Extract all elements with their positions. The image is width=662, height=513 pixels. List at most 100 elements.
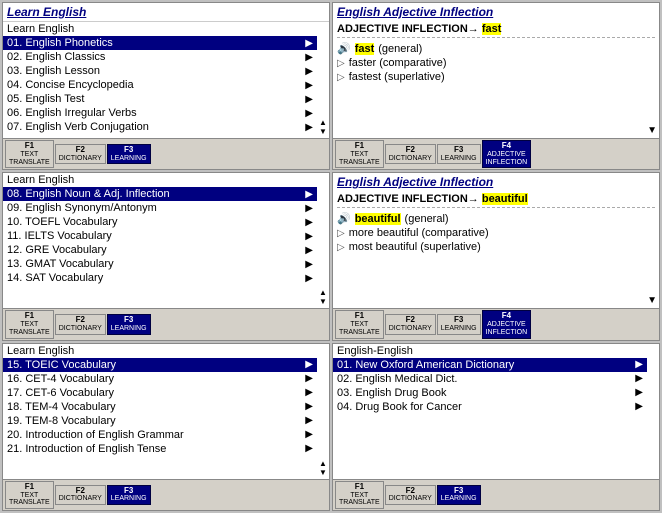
scroll-down-icon[interactable]: ▼ [647, 295, 657, 306]
top-left-subtitle: Learn English [3, 22, 329, 36]
inflection-item: ▷ most beautiful (superlative) [337, 240, 655, 254]
bottom-left-toolbar: F1 TEXT TRANSLATE F2 DICTIONARY F3 LEARN… [3, 479, 329, 510]
top-left-title: Learn English [3, 3, 329, 22]
inflection-word-beautiful: beautiful [482, 193, 528, 205]
list-item[interactable]: 20. Introduction of English Grammar ▶ [3, 428, 317, 442]
middle-left-list-area: 08. English Noun & Adj. Inflection ▶ 09.… [3, 187, 329, 308]
f3-learning-btn[interactable]: F3 LEARNING [437, 144, 481, 164]
bottom-left-list: 15. TOEIC Vocabulary ▶ 16. CET-4 Vocabul… [3, 358, 317, 479]
list-item[interactable]: 15. TOEIC Vocabulary ▶ [3, 358, 317, 372]
list-item[interactable]: 08. English Noun & Adj. Inflection ▶ [3, 187, 317, 201]
list-item[interactable]: 19. TEM-8 Vocabulary ▶ [3, 414, 317, 428]
f3-learning-btn[interactable]: F3 LEARNING [107, 314, 151, 334]
list-item[interactable]: 11. IELTS Vocabulary ▶ [3, 229, 317, 243]
scroll-up-icon[interactable]: ▲ [319, 289, 327, 297]
list-item[interactable]: 07. English Verb Conjugation ▶ [3, 120, 317, 134]
top-left-list: 01. English Phonetics ▶ 02. English Clas… [3, 36, 317, 138]
comp-icon: ▷ [337, 228, 345, 239]
middle-right-panel: English Adjective Inflection ADJECTIVE I… [332, 172, 660, 340]
f3-learning-btn[interactable]: F3 LEARNING [437, 314, 481, 334]
middle-right-title: English Adjective Inflection [333, 173, 659, 191]
f1-translate-btn[interactable]: F1 TEXT TRANSLATE [5, 140, 54, 168]
scroll-down-icon[interactable]: ▼ [319, 128, 327, 136]
f4-adjective-btn[interactable]: F4 ADJECTIVE INFLECTION [482, 140, 532, 168]
list-item[interactable]: 18. TEM-4 Vocabulary ▶ [3, 400, 317, 414]
general-word: fast [355, 43, 375, 55]
f2-dictionary-btn[interactable]: F2 DICTIONARY [55, 144, 106, 164]
list-item[interactable]: 12. GRE Vocabulary ▶ [3, 243, 317, 257]
inflection-item: 🔊 beautiful (general) [337, 211, 655, 226]
middle-right-toolbar: F1 TEXT TRANSLATE F2 DICTIONARY F3 LEARN… [333, 308, 659, 339]
general-word: beautiful [355, 213, 401, 225]
f2-dictionary-btn[interactable]: F2 DICTIONARY [385, 144, 436, 164]
bottom-right-list-area: 01. New Oxford American Dictionary ▶ 02.… [333, 358, 659, 479]
top-right-title: English Adjective Inflection [333, 3, 659, 21]
bottom-right-list: 01. New Oxford American Dictionary ▶ 02.… [333, 358, 647, 479]
list-item[interactable]: 13. GMAT Vocabulary ▶ [3, 257, 317, 271]
list-item[interactable]: 01. English Phonetics ▶ [3, 36, 317, 50]
list-item[interactable]: 01. New Oxford American Dictionary ▶ [333, 358, 647, 372]
bottom-left-list-area: 15. TOEIC Vocabulary ▶ 16. CET-4 Vocabul… [3, 358, 329, 479]
list-item[interactable]: 02. English Medical Dict. ▶ [333, 372, 647, 386]
f1-translate-btn[interactable]: F1 TEXT TRANSLATE [5, 310, 54, 338]
list-item[interactable]: 16. CET-4 Vocabulary ▶ [3, 372, 317, 386]
f2-dictionary-btn[interactable]: F2 DICTIONARY [55, 314, 106, 334]
speaker-icon[interactable]: 🔊 [337, 212, 351, 225]
inflection-item: ▷ faster (comparative) [337, 56, 655, 70]
inflection-content-beautiful: 🔊 beautiful (general) ▷ more beautiful (… [337, 207, 655, 293]
list-item[interactable]: 02. English Classics ▶ [3, 50, 317, 64]
f3-learning-btn[interactable]: F3 LEARNING [107, 144, 151, 164]
inflection-header-beautiful: ADJECTIVE INFLECTION→ beautiful [333, 191, 659, 207]
scroll-indicator-right: ▼ [333, 123, 659, 138]
inflection-item: ▷ more beautiful (comparative) [337, 226, 655, 240]
scroll-up-icon[interactable]: ▲ [319, 460, 327, 468]
bottom-left-panel: Learn English 15. TOEIC Vocabulary ▶ 16.… [2, 343, 330, 511]
f1-translate-btn[interactable]: F1 TEXT TRANSLATE [335, 310, 384, 338]
list-item[interactable]: 04. Drug Book for Cancer ▶ [333, 400, 647, 414]
top-left-panel: Learn English Learn English 01. English … [2, 2, 330, 170]
f3-learning-btn[interactable]: F3 LEARNING [437, 485, 481, 505]
top-left-toolbar: F1 TEXT TRANSLATE F2 DICTIONARY F3 LEARN… [3, 138, 329, 169]
list-item[interactable]: 05. English Test ▶ [3, 92, 317, 106]
bottom-right-panel: English-English 01. New Oxford American … [332, 343, 660, 511]
f4-adjective-btn[interactable]: F4 ADJECTIVE INFLECTION [482, 310, 532, 338]
list-item[interactable]: 03. English Drug Book ▶ [333, 386, 647, 400]
inflection-item: 🔊 fast (general) [337, 41, 655, 56]
sup-icon: ▷ [337, 72, 345, 83]
scrollbar[interactable]: ▲ ▼ [317, 187, 329, 308]
scroll-down-icon[interactable]: ▼ [319, 469, 327, 477]
f1-translate-btn[interactable]: F1 TEXT TRANSLATE [335, 481, 384, 509]
list-item[interactable]: 10. TOEFL Vocabulary ▶ [3, 215, 317, 229]
bottom-right-toolbar: F1 TEXT TRANSLATE F2 DICTIONARY F3 LEARN… [333, 479, 659, 510]
list-item[interactable]: 17. CET-6 Vocabulary ▶ [3, 386, 317, 400]
middle-left-list: 08. English Noun & Adj. Inflection ▶ 09.… [3, 187, 317, 308]
f2-dictionary-btn[interactable]: F2 DICTIONARY [385, 485, 436, 505]
middle-left-subtitle: Learn English [3, 173, 329, 187]
list-item[interactable]: 21. Introduction of English Tense ▶ [3, 442, 317, 456]
bottom-right-subtitle: English-English [333, 344, 659, 358]
f2-dictionary-btn[interactable]: F2 DICTIONARY [385, 314, 436, 334]
list-item[interactable]: 04. Concise Encyclopedia ▶ [3, 78, 317, 92]
inflection-word-fast: fast [482, 23, 502, 35]
speaker-icon[interactable]: 🔊 [337, 42, 351, 55]
scroll-down-icon[interactable]: ▼ [319, 298, 327, 306]
list-item[interactable]: 03. English Lesson ▶ [3, 64, 317, 78]
scrollbar[interactable]: ▲ ▼ [317, 358, 329, 479]
middle-left-panel: Learn English 08. English Noun & Adj. In… [2, 172, 330, 340]
f1-translate-btn[interactable]: F1 TEXT TRANSLATE [5, 481, 54, 509]
scroll-up-icon[interactable]: ▲ [319, 119, 327, 127]
scrollbar[interactable]: ▲ ▼ [317, 36, 329, 138]
f1-translate-btn[interactable]: F1 TEXT TRANSLATE [335, 140, 384, 168]
list-item[interactable]: 06. English Irregular Verbs ▶ [3, 106, 317, 120]
sup-icon: ▷ [337, 242, 345, 253]
list-item[interactable]: 09. English Synonym/Antonym ▶ [3, 201, 317, 215]
f3-learning-btn[interactable]: F3 LEARNING [107, 485, 151, 505]
f2-dictionary-btn[interactable]: F2 DICTIONARY [55, 485, 106, 505]
top-right-panel: English Adjective Inflection ADJECTIVE I… [332, 2, 660, 170]
scroll-down-icon[interactable]: ▼ [647, 125, 657, 136]
scroll-indicator-right: ▼ [333, 293, 659, 308]
list-item[interactable]: 14. SAT Vocabulary ▶ [3, 271, 317, 285]
scrollbar[interactable] [647, 358, 659, 479]
top-right-toolbar: F1 TEXT TRANSLATE F2 DICTIONARY F3 LEARN… [333, 138, 659, 169]
top-left-list-area: 01. English Phonetics ▶ 02. English Clas… [3, 36, 329, 138]
